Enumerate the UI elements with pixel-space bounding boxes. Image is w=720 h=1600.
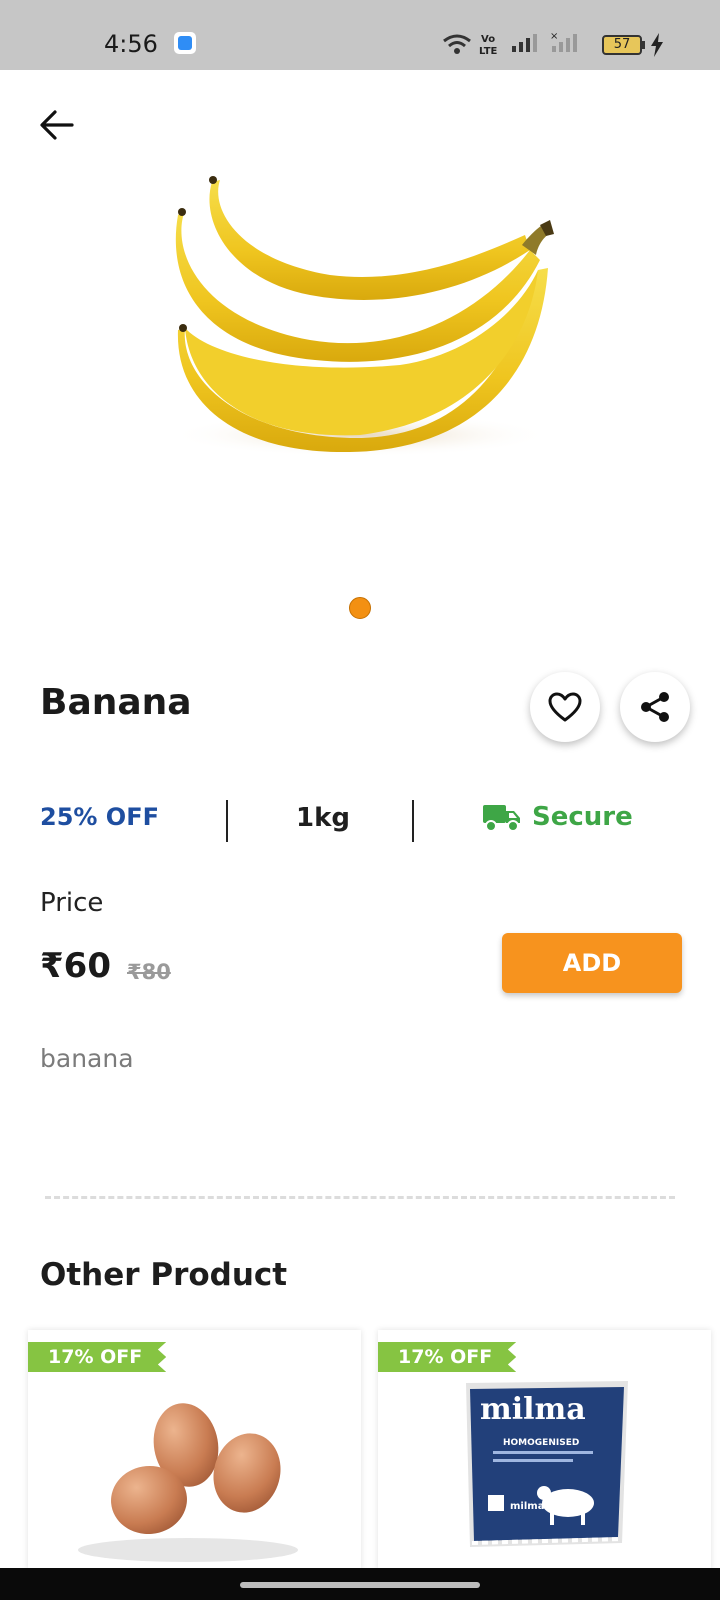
secure-delivery: Secure	[482, 801, 633, 833]
weight-label: 1kg	[296, 803, 350, 833]
price-original: ₹80	[127, 960, 171, 984]
image-pager-dot[interactable]	[349, 597, 371, 619]
product-title: Banana	[40, 682, 192, 723]
svg-text:milma: milma	[510, 1501, 544, 1512]
wifi-icon	[443, 34, 471, 54]
milma-milk-packet-image: milma HOMOGENISED milma	[466, 1381, 628, 1547]
favorite-button[interactable]	[530, 672, 600, 742]
share-icon	[641, 692, 669, 722]
milma-sub-text: HOMOGENISED	[503, 1438, 579, 1448]
signal-icon	[512, 34, 537, 52]
arrow-left-icon	[40, 110, 74, 140]
divider	[226, 800, 228, 842]
volte-icon: Vo LTE	[479, 34, 498, 56]
svg-text:×: ×	[550, 31, 558, 42]
price-current: ₹60	[40, 946, 111, 986]
svg-text:LTE: LTE	[479, 46, 498, 56]
section-divider	[45, 1196, 675, 1199]
battery-tip	[642, 41, 645, 49]
svg-text:Vo: Vo	[481, 34, 495, 45]
status-time: 4:56	[104, 30, 158, 58]
discount-label: 25% OFF	[40, 803, 159, 831]
heart-icon	[548, 692, 582, 722]
product-card[interactable]: 17% OFF	[28, 1330, 361, 1570]
product-image-banana[interactable]	[150, 150, 580, 500]
back-button[interactable]	[36, 104, 78, 146]
charging-icon	[651, 33, 663, 57]
delivery-truck-icon	[483, 805, 520, 832]
discount-badge: 17% OFF	[378, 1342, 517, 1372]
eggs-image	[78, 1403, 298, 1562]
add-to-cart-button[interactable]: ADD	[502, 933, 682, 993]
signal-no-service-icon: ×	[550, 31, 577, 52]
divider	[412, 800, 414, 842]
price-label: Price	[40, 888, 104, 918]
secure-label: Secure	[532, 802, 633, 832]
discount-badge: 17% OFF	[28, 1342, 167, 1372]
share-button[interactable]	[620, 672, 690, 742]
other-products-title: Other Product	[40, 1257, 288, 1293]
milma-brand-text: milma	[480, 1392, 586, 1427]
home-gesture-handle[interactable]	[240, 1582, 480, 1588]
product-card[interactable]: 17% OFF milma HOMOGENISED milma	[378, 1330, 711, 1570]
battery-icon: 57	[602, 35, 642, 55]
product-description: banana	[40, 1044, 134, 1073]
status-bar: 4:56 Vo LTE × 57	[0, 0, 720, 70]
app-notification-icon	[174, 32, 196, 54]
